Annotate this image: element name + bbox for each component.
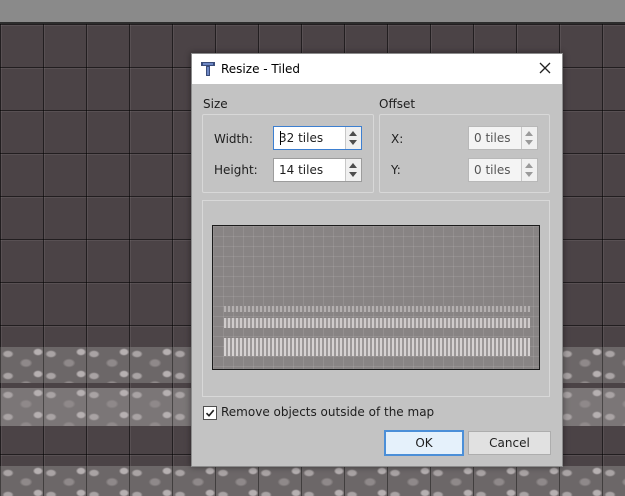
offset-x-value: 0 tiles bbox=[474, 131, 511, 145]
offset-x-label: X: bbox=[391, 132, 404, 146]
map-preview[interactable] bbox=[212, 225, 540, 370]
stone-tile-row bbox=[0, 466, 625, 496]
checkmark-icon bbox=[205, 409, 215, 417]
spin-up-icon[interactable] bbox=[525, 131, 533, 136]
spin-up-icon[interactable] bbox=[525, 163, 533, 168]
remove-objects-checkbox[interactable] bbox=[203, 406, 217, 420]
offset-x-spinbox[interactable]: 0 tiles bbox=[468, 126, 538, 150]
dialog-titlebar[interactable]: Resize - Tiled bbox=[192, 54, 562, 84]
map-top-edge bbox=[0, 0, 625, 24]
height-value: 14 tiles bbox=[279, 163, 324, 177]
width-spin-buttons[interactable] bbox=[345, 127, 361, 149]
spin-down-icon[interactable] bbox=[525, 140, 533, 145]
close-button[interactable] bbox=[532, 57, 558, 81]
preview-tile-band bbox=[224, 318, 530, 328]
preview-tile-band bbox=[224, 338, 530, 356]
ok-button[interactable]: OK bbox=[384, 430, 464, 456]
cancel-button[interactable]: Cancel bbox=[468, 431, 551, 455]
close-icon bbox=[539, 62, 551, 77]
spin-down-icon[interactable] bbox=[349, 140, 357, 145]
offset-y-value: 0 tiles bbox=[474, 163, 511, 177]
resize-dialog: Resize - Tiled Size Width: 32 tiles Heig… bbox=[191, 53, 563, 467]
tiled-app-icon bbox=[200, 61, 216, 77]
width-label: Width: bbox=[214, 132, 253, 146]
dialog-title: Resize - Tiled bbox=[221, 62, 301, 76]
width-value: 32 tiles bbox=[279, 131, 324, 145]
offset-x-spin-buttons[interactable] bbox=[521, 127, 537, 149]
spin-up-icon[interactable] bbox=[349, 131, 357, 136]
width-spinbox[interactable]: 32 tiles bbox=[273, 126, 362, 150]
height-spinbox[interactable]: 14 tiles bbox=[273, 158, 362, 182]
size-group-title: Size bbox=[203, 97, 228, 111]
text-caret bbox=[280, 131, 281, 145]
offset-y-spin-buttons[interactable] bbox=[521, 159, 537, 181]
height-label: Height: bbox=[214, 163, 258, 177]
offset-group-title: Offset bbox=[379, 97, 416, 111]
spin-down-icon[interactable] bbox=[349, 172, 357, 177]
preview-tile-band bbox=[224, 306, 530, 312]
offset-y-label: Y: bbox=[391, 163, 401, 177]
spin-down-icon[interactable] bbox=[525, 172, 533, 177]
offset-y-spinbox[interactable]: 0 tiles bbox=[468, 158, 538, 182]
spin-up-icon[interactable] bbox=[349, 163, 357, 168]
height-spin-buttons[interactable] bbox=[345, 159, 361, 181]
remove-objects-label[interactable]: Remove objects outside of the map bbox=[221, 405, 434, 419]
